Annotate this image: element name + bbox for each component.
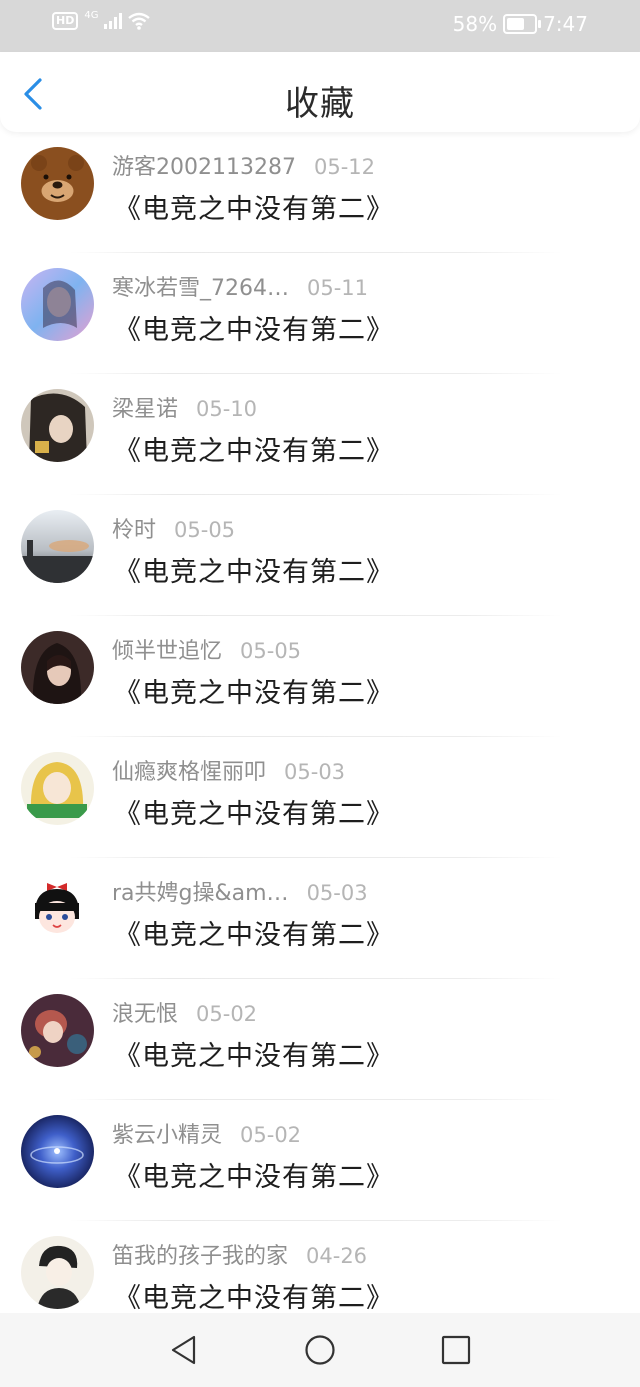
book-title[interactable]: 《电竞之中没有第二》 bbox=[114, 429, 394, 468]
favorite-date: 05-12 bbox=[313, 155, 376, 179]
book-title[interactable]: 《电竞之中没有第二》 bbox=[114, 308, 394, 347]
book-title[interactable]: 《电竞之中没有第二》 bbox=[114, 1155, 394, 1194]
user-name: 梁星诺 bbox=[112, 397, 179, 422]
list-item[interactable]: 梁星诺 05-10 《电竞之中没有第二》 bbox=[0, 374, 640, 495]
hooded-avatar-icon bbox=[21, 631, 94, 704]
list-item[interactable]: ra共娉g操&am… 05-03 《电竞之中没有第二》 bbox=[0, 858, 640, 979]
sketch-boy-avatar-icon bbox=[21, 1236, 94, 1309]
favorite-date: 05-11 bbox=[307, 276, 369, 300]
avatar[interactable] bbox=[21, 389, 94, 462]
girl-avatar-icon bbox=[21, 389, 94, 462]
user-name: 仙瘾爽格惺丽叩 bbox=[112, 760, 267, 785]
hd-indicator: HD bbox=[52, 12, 79, 30]
battery-icon bbox=[503, 14, 542, 34]
system-recents-button[interactable] bbox=[440, 1334, 472, 1366]
book-title[interactable]: 《电竞之中没有第二》 bbox=[114, 671, 394, 710]
user-name: 游客2002113287 bbox=[112, 155, 296, 180]
triangle-back-icon bbox=[171, 1335, 196, 1365]
avatar[interactable] bbox=[21, 1236, 94, 1309]
book-title[interactable]: 《电竞之中没有第二》 bbox=[114, 187, 394, 226]
avatar[interactable] bbox=[21, 631, 94, 704]
battery-percent: 58% bbox=[452, 12, 498, 36]
list-item[interactable]: 倾半世追忆 05-05 《电竞之中没有第二》 bbox=[0, 616, 640, 737]
user-name: 浪无恨 bbox=[112, 1002, 179, 1027]
favorite-date: 05-10 bbox=[196, 397, 258, 421]
favorite-date: 05-02 bbox=[196, 1002, 258, 1026]
system-back-button[interactable] bbox=[168, 1334, 200, 1366]
circle-home-icon bbox=[305, 1335, 335, 1365]
user-name: ra共娉g操&am… bbox=[112, 881, 289, 906]
favorite-date: 04-26 bbox=[306, 1244, 368, 1268]
system-nav-bar bbox=[0, 1313, 640, 1387]
anime-scene-avatar-icon bbox=[21, 994, 94, 1067]
avatar[interactable] bbox=[21, 147, 94, 220]
bear-avatar-icon bbox=[21, 147, 94, 220]
list-item[interactable]: 柃时 05-05 《电竞之中没有第二》 bbox=[0, 495, 640, 616]
user-name: 柃时 bbox=[112, 518, 157, 543]
user-name: 倾半世追忆 bbox=[112, 639, 223, 664]
skyline-avatar-icon bbox=[21, 510, 94, 583]
cartoon-kid-avatar-icon bbox=[21, 873, 94, 946]
favorites-list: 游客2002113287 05-12 《电竞之中没有第二》 寒冰若雪_7264…… bbox=[0, 132, 640, 1342]
portrait-avatar-icon bbox=[21, 268, 94, 341]
list-item[interactable]: 仙瘾爽格惺丽叩 05-03 《电竞之中没有第二》 bbox=[0, 737, 640, 858]
signal-icon bbox=[104, 13, 123, 29]
system-home-button[interactable] bbox=[304, 1334, 336, 1366]
page-title: 收藏 bbox=[285, 84, 355, 124]
avatar[interactable] bbox=[21, 994, 94, 1067]
status-bar: HD 4G 58% 7:47 bbox=[0, 0, 640, 52]
favorite-date: 05-03 bbox=[284, 760, 346, 784]
avatar[interactable] bbox=[21, 752, 94, 825]
book-title[interactable]: 《电竞之中没有第二》 bbox=[114, 1276, 394, 1315]
list-item[interactable]: 浪无恨 05-02 《电竞之中没有第二》 bbox=[0, 979, 640, 1100]
avatar[interactable] bbox=[21, 1115, 94, 1188]
user-name: 紫云小精灵 bbox=[112, 1123, 223, 1148]
avatar[interactable] bbox=[21, 268, 94, 341]
user-name: 笛我的孩子我的家 bbox=[112, 1244, 289, 1269]
book-title[interactable]: 《电竞之中没有第二》 bbox=[114, 913, 394, 952]
network-type: 4G bbox=[84, 9, 99, 21]
book-title[interactable]: 《电竞之中没有第二》 bbox=[114, 1034, 394, 1073]
list-item[interactable]: 紫云小精灵 05-02 《电竞之中没有第二》 bbox=[0, 1100, 640, 1221]
favorite-date: 05-02 bbox=[240, 1123, 302, 1147]
favorite-date: 05-05 bbox=[174, 518, 236, 542]
book-title[interactable]: 《电竞之中没有第二》 bbox=[114, 792, 394, 831]
clock: 7:47 bbox=[543, 12, 588, 36]
favorite-date: 05-05 bbox=[240, 639, 302, 663]
list-item[interactable]: 寒冰若雪_7264… 05-11 《电竞之中没有第二》 bbox=[0, 253, 640, 374]
wifi-icon bbox=[128, 12, 151, 30]
square-recents-icon bbox=[441, 1335, 471, 1365]
list-item[interactable]: 游客2002113287 05-12 《电竞之中没有第二》 bbox=[0, 132, 640, 253]
galaxy-avatar-icon bbox=[21, 1115, 94, 1188]
app-header: 收藏 bbox=[0, 52, 640, 132]
user-name: 寒冰若雪_7264… bbox=[112, 276, 289, 301]
avatar[interactable] bbox=[21, 510, 94, 583]
favorite-date: 05-03 bbox=[306, 881, 368, 905]
book-title[interactable]: 《电竞之中没有第二》 bbox=[114, 550, 394, 589]
anime-girl-avatar-icon bbox=[21, 752, 94, 825]
avatar[interactable] bbox=[21, 873, 94, 946]
